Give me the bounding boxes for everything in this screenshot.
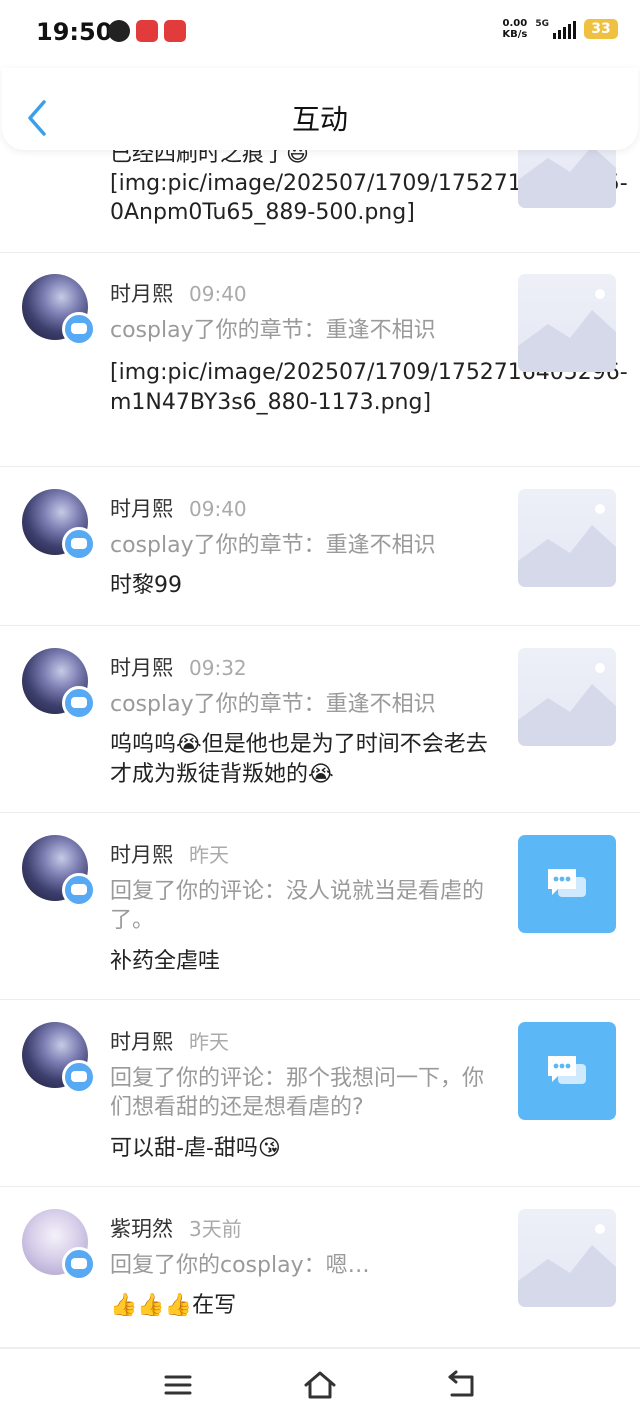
wechat-icon [108, 20, 130, 42]
name-row: 时月熙 09:40 [110, 493, 247, 523]
message-text: 可以甜-虐-甜吗😘 [110, 1136, 281, 1161]
avatar[interactable] [22, 1022, 96, 1094]
image-placeholder-thumb[interactable] [518, 648, 616, 746]
message-text: 呜呜呜😭但是他也是为了时间不会老去才成为叛徒背叛她的😭 [110, 732, 488, 787]
message-text: 补药全虐哇 [110, 949, 221, 974]
back-icon[interactable] [444, 1367, 480, 1403]
list-item[interactable]: 时月熙 09:40 cosplay了你的章节：重逢不相识 时黎99 [0, 467, 640, 626]
comment-badge-icon [62, 1247, 96, 1281]
net-speed-unit: KB/s [502, 29, 528, 40]
status-time: 19:50 [36, 18, 113, 46]
menu-icon[interactable] [160, 1367, 196, 1403]
top-header: 互动 [2, 68, 638, 150]
timestamp: 09:40 [189, 282, 247, 306]
name-row: 时月熙 09:32 [110, 652, 247, 682]
user-name[interactable]: 时月熙 [110, 843, 173, 867]
net-speed: 0.00 KB/s [502, 18, 527, 40]
comment-thumb[interactable] [518, 835, 616, 933]
timestamp: 昨天 [189, 843, 229, 867]
list-item[interactable]: 时月熙 09:32 cosplay了你的章节：重逢不相识 呜呜呜😭但是他也是为了时… [0, 626, 640, 813]
name-row: 紫玥然 3天前 [110, 1213, 242, 1243]
action-text: 回复了你的评论：那个我想问一下，你们想看甜的还是想看虐的? [110, 1066, 485, 1120]
name-row: 时月熙 昨天 [110, 1026, 229, 1056]
app-notification-icon [164, 20, 186, 42]
status-right: 0.00 KB/s 5G 33 [502, 18, 618, 40]
list-item[interactable]: 时月熙 09:40 cosplay了你的章节：重逢不相识 [img:pic/ima… [0, 252, 640, 467]
user-name[interactable]: 时月熙 [110, 656, 173, 680]
timestamp: 3天前 [189, 1217, 242, 1241]
avatar[interactable] [22, 274, 96, 346]
image-placeholder-thumb[interactable] [518, 489, 616, 587]
avatar[interactable] [22, 1209, 96, 1281]
list-item[interactable]: 时月熙 昨天 回复了你的评论：那个我想问一下，你们想看甜的还是想看虐的? 可以甜-… [0, 1000, 640, 1187]
timestamp: 09:40 [189, 497, 247, 521]
comment-icon [548, 869, 586, 897]
comment-badge-icon [62, 527, 96, 561]
avatar[interactable] [22, 648, 96, 720]
system-nav-bar [0, 1348, 640, 1423]
notification-icons [108, 20, 186, 42]
home-icon[interactable] [302, 1367, 338, 1403]
comment-badge-icon [62, 686, 96, 720]
message-text: [img:pic/image/202507/1709/1752716405296… [110, 360, 628, 415]
action-text: 回复了你的评论：没人说就当是看虐的了。 [110, 879, 485, 933]
status-bar: 19:50 0.00 KB/s 5G 33 [0, 0, 640, 68]
user-name[interactable]: 时月熙 [110, 1030, 173, 1054]
signal-icon: 5G [535, 19, 576, 39]
image-placeholder-thumb[interactable] [518, 1209, 616, 1307]
message-text: 👍👍👍在写 [110, 1293, 237, 1318]
message-text: 时黎99 [110, 573, 182, 598]
list-item[interactable]: 紫玥然 3天前 回复了你的cosplay：嗯… 👍👍👍在写 [0, 1187, 640, 1348]
message-text: 已经四刷时之痕了😃[img:pic/image/202507/1709/1752… [110, 142, 628, 225]
comment-icon [548, 1056, 586, 1084]
comment-badge-icon [62, 1060, 96, 1094]
network-type: 5G [535, 19, 549, 29]
net-speed-value: 0.00 [502, 18, 528, 29]
timestamp: 昨天 [189, 1030, 229, 1054]
comment-thumb[interactable] [518, 1022, 616, 1120]
name-row: 时月熙 昨天 [110, 839, 229, 869]
action-text: 回复了你的cosplay：嗯… [110, 1253, 370, 1278]
page-title: 互动 [291, 103, 348, 136]
avatar[interactable] [22, 835, 96, 907]
comment-badge-icon [62, 873, 96, 907]
app-notification-icon [136, 20, 158, 42]
action-text: cosplay了你的章节：重逢不相识 [110, 318, 436, 343]
image-placeholder-thumb[interactable] [518, 274, 616, 372]
timestamp: 09:32 [189, 656, 247, 680]
action-text: cosplay了你的章节：重逢不相识 [110, 533, 436, 558]
image-placeholder-thumb[interactable] [518, 140, 616, 208]
user-name[interactable]: 紫玥然 [110, 1217, 173, 1241]
user-name[interactable]: 时月熙 [110, 282, 173, 306]
battery-icon: 33 [584, 19, 618, 39]
name-row: 时月熙 09:40 [110, 278, 247, 308]
avatar[interactable] [22, 489, 96, 561]
user-name[interactable]: 时月熙 [110, 497, 173, 521]
list-item[interactable]: 时月熙 昨天 回复了你的评论：没人说就当是看虐的了。 补药全虐哇 [0, 813, 640, 1000]
comment-badge-icon [62, 312, 96, 346]
list-item[interactable]: 已经四刷时之痕了😃[img:pic/image/202507/1709/1752… [0, 140, 640, 253]
action-text: cosplay了你的章节：重逢不相识 [110, 692, 436, 717]
